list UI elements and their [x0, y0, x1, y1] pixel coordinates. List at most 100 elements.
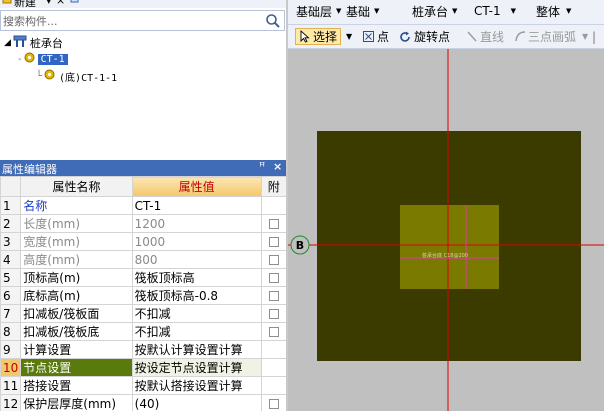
property-row[interactable]: 8 扣减板/筏板底 不扣减	[0, 322, 287, 341]
row-number: 1	[0, 196, 22, 215]
copy-icon[interactable]	[70, 0, 80, 7]
property-value-cell[interactable]: (40)	[131, 394, 262, 411]
row-number: 8	[0, 322, 22, 341]
dropdown-arrow-icon[interactable]: ▼	[582, 28, 588, 45]
property-name-cell[interactable]: 宽度(mm)	[20, 232, 133, 251]
element-select[interactable]: CT-1 ▼	[474, 2, 516, 20]
attach-checkbox[interactable]	[268, 399, 279, 409]
property-name-cell[interactable]: 底标高(m)	[20, 286, 133, 305]
attach-checkbox[interactable]	[268, 291, 279, 301]
close-icon[interactable]: ×	[273, 160, 282, 173]
property-name-cell[interactable]: 顶标高(m)	[20, 268, 133, 287]
rebar-annotation: 桩承台底 C18@200	[422, 252, 468, 259]
point-tool-button[interactable]: 点	[362, 28, 389, 45]
property-name-cell[interactable]: 扣减板/筏板底	[20, 322, 133, 341]
property-row[interactable]: 2 长度(mm) 1200	[0, 214, 287, 233]
property-row[interactable]: 4 高度(mm) 800	[0, 250, 287, 269]
property-row[interactable]: 5 顶标高(m) 筏板顶标高	[0, 268, 287, 287]
attach-checkbox[interactable]	[268, 255, 279, 265]
attach-checkbox[interactable]	[268, 309, 279, 319]
arc-tool-label: 三点画弧	[528, 30, 577, 44]
property-row[interactable]: 11 搭接设置 按默认搭接设置计算	[0, 376, 287, 395]
property-name-cell[interactable]: 节点设置	[20, 358, 133, 377]
attach-checkbox[interactable]	[268, 237, 279, 247]
property-row[interactable]: 6 底标高(m) 筏板顶标高-0.8	[0, 286, 287, 305]
dropdown-arrow-icon[interactable]: ▼	[346, 28, 352, 45]
component-tree: ◢ 桩承台 - CT-1 └ (底)CT-1-1	[0, 32, 287, 160]
property-name-cell[interactable]: 名称	[20, 196, 133, 215]
property-row[interactable]: 9 计算设置 按默认计算设置计算	[0, 340, 287, 359]
gear-icon	[44, 69, 55, 83]
category-select[interactable]: 基础 ▼	[346, 2, 379, 20]
axis-marker-label: B	[296, 239, 304, 252]
cursor-icon	[300, 30, 310, 43]
attach-cell	[260, 214, 287, 233]
line-tool-button[interactable]: 直线	[466, 28, 504, 45]
category-select-value: 基础	[346, 4, 371, 19]
delete-icon[interactable]: ×	[56, 0, 65, 7]
new-button[interactable]: 新建	[14, 0, 36, 8]
dropdown-arrow-icon: ▼	[566, 7, 572, 15]
tree-item-ct1-1[interactable]: └ (底)CT-1-1	[36, 68, 117, 84]
pile-cap-bottom-layer[interactable]	[400, 205, 499, 289]
property-value-cell[interactable]: 800	[131, 250, 262, 269]
attach-checkbox[interactable]	[268, 327, 279, 337]
arc-tool-button[interactable]: 三点画弧	[514, 28, 576, 45]
property-value-cell[interactable]: 不扣减	[131, 304, 262, 323]
property-value-cell[interactable]: CT-1	[131, 196, 262, 215]
tree-item-ct1[interactable]: - CT-1	[18, 51, 68, 67]
tree-line-icon: -	[18, 53, 22, 65]
property-value-cell[interactable]: 按默认搭接设置计算	[131, 376, 262, 395]
search-input[interactable]	[3, 13, 253, 29]
attach-cell	[260, 232, 287, 251]
layer-select[interactable]: 基础层 ▼	[296, 2, 341, 20]
rotate-point-tool-button[interactable]: 旋转点	[398, 28, 450, 45]
property-value-cell[interactable]: 1200	[131, 214, 262, 233]
property-row[interactable]: 3 宽度(mm) 1000	[0, 232, 287, 251]
property-name-cell[interactable]: 长度(mm)	[20, 214, 133, 233]
property-value-cell[interactable]: 按默认计算设置计算	[131, 340, 262, 359]
drawing-canvas[interactable]: 桩承台底 C18@200 B	[288, 49, 604, 411]
property-value-cell[interactable]: 1000	[131, 232, 262, 251]
search-icon[interactable]	[264, 12, 282, 30]
draw-toolbar: 选择 ▼ 点 旋转点 直线 三点画弧 ▼ |	[288, 25, 604, 49]
property-value-header[interactable]: 属性值	[131, 176, 262, 197]
property-row[interactable]: 12 保护层厚度(mm) (40)	[0, 394, 287, 411]
property-value-cell[interactable]: 筏板顶标高-0.8	[131, 286, 262, 305]
dropdown-arrow-icon[interactable]: ▾	[46, 0, 52, 7]
property-value-cell[interactable]: 筏板顶标高	[131, 268, 262, 287]
type-select[interactable]: 桩承台 ▼	[412, 2, 457, 20]
property-name-cell[interactable]: 搭接设置	[20, 376, 133, 395]
property-value-cell[interactable]: 按设定节点设置计算	[131, 358, 262, 377]
dropdown-arrow-icon: ▼	[336, 7, 342, 15]
dropdown-arrow-icon: ▼	[374, 7, 380, 15]
property-row[interactable]: 1 名称 CT-1	[0, 196, 287, 215]
attach-cell	[260, 340, 287, 359]
row-number: 7	[0, 304, 22, 323]
line-icon	[467, 31, 477, 42]
property-value-cell[interactable]: 不扣减	[131, 322, 262, 341]
property-name-cell[interactable]: 计算设置	[20, 340, 133, 359]
select-tool-button[interactable]: 选择	[295, 28, 342, 45]
pin-icon[interactable]: ꟸ	[259, 160, 265, 173]
attach-checkbox[interactable]	[268, 273, 279, 283]
property-name-cell[interactable]: 高度(mm)	[20, 250, 133, 269]
row-number: 12	[0, 394, 22, 411]
line-tool-label: 直线	[480, 30, 505, 44]
property-name-cell[interactable]: 保护层厚度(mm)	[20, 394, 133, 411]
property-name-cell[interactable]: 扣减板/筏板面	[20, 304, 133, 323]
property-name-header[interactable]: 属性名称	[20, 176, 133, 197]
property-row[interactable]: 10 节点设置 按设定节点设置计算	[0, 358, 287, 377]
property-row[interactable]: 7 扣减板/筏板面 不扣减	[0, 304, 287, 323]
property-editor-titlebar: 属性编辑器 ꟸ ×	[0, 160, 287, 176]
collapse-icon[interactable]: ◢	[4, 38, 11, 48]
row-number: 2	[0, 214, 22, 233]
dropdown-arrow-icon: ▼	[510, 7, 516, 15]
attach-cell	[260, 196, 287, 215]
attach-checkbox[interactable]	[268, 219, 279, 229]
tree-item-root[interactable]: ◢ 桩承台	[4, 35, 63, 51]
row-number: 5	[0, 268, 22, 287]
new-icon[interactable]	[2, 0, 12, 7]
attach-header[interactable]: 附	[260, 176, 287, 197]
scope-select[interactable]: 整体 ▼	[536, 2, 571, 20]
